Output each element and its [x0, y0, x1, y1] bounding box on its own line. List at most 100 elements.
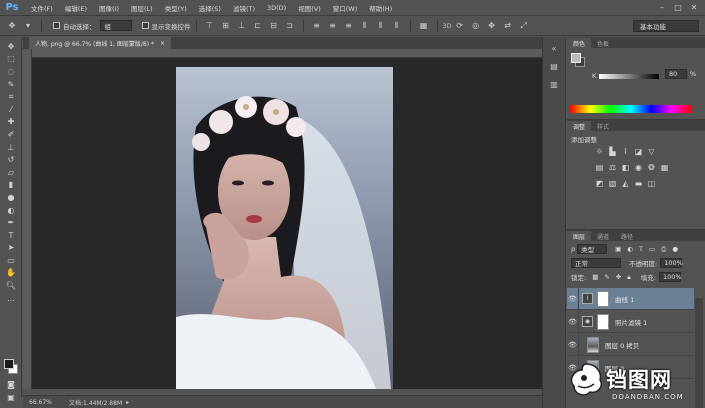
black-white-icon[interactable]: ◧ — [619, 162, 632, 173]
tab-paths[interactable]: 路径 — [615, 231, 639, 241]
portrait-photo[interactable] — [176, 67, 393, 389]
selective-color-icon[interactable]: ◫ — [645, 178, 658, 189]
distribute-top-icon[interactable]: ≡ — [311, 20, 323, 32]
layer-filter-dropdown[interactable]: 类型 — [577, 244, 608, 254]
layer-name[interactable]: 图层 0 拷贝 — [605, 340, 639, 350]
vibrance-icon[interactable]: ▽ — [645, 146, 658, 157]
foreground-color-swatch[interactable] — [571, 53, 581, 63]
tab-layers[interactable]: 图层 — [567, 231, 592, 241]
align-vcenter-icon[interactable]: ⊞ — [220, 20, 232, 32]
menu-3d[interactable]: 3D(D) — [261, 4, 292, 12]
blend-mode-dropdown[interactable]: 正常 — [571, 258, 621, 268]
crop-tool-icon[interactable]: ⌗ — [0, 90, 22, 103]
auto-select-dropdown[interactable]: 组 — [99, 20, 132, 31]
tab-swatches[interactable]: 色板 — [591, 38, 615, 48]
tab-color[interactable]: 颜色 — [567, 38, 592, 48]
visibility-eye-icon[interactable]: 👁︎ — [567, 287, 579, 310]
k-slider[interactable] — [599, 74, 659, 79]
align-hcenter-icon[interactable]: ⊟ — [268, 20, 280, 32]
gradient-tool-icon[interactable]: ▮ — [0, 179, 22, 192]
tool-preset-icon[interactable]: ▾ — [22, 20, 34, 32]
posterize-icon[interactable]: ▧ — [606, 178, 619, 189]
3d-scale-icon[interactable]: ⤢ — [518, 20, 530, 32]
dodge-tool-icon[interactable]: ◐ — [0, 204, 22, 217]
filter-shape-icon[interactable]: ▭ — [649, 245, 655, 253]
brush-tool-icon[interactable]: ✐ — [0, 128, 22, 141]
layer-name[interactable]: 曲线 1 — [615, 294, 634, 304]
path-select-tool-icon[interactable]: ➤ — [0, 242, 22, 255]
distribute-vcenter-icon[interactable]: ≡ — [327, 20, 339, 32]
align-left-icon[interactable]: ⊏ — [252, 20, 264, 32]
tab-styles[interactable]: 样式 — [591, 121, 615, 131]
layer-row[interactable]: 👁︎ ⌇ 曲线 1 — [567, 287, 694, 310]
layer-row[interactable]: 👁︎ 图层 0 拷贝 — [567, 333, 694, 356]
menu-edit[interactable]: 编辑(E) — [59, 3, 93, 13]
screen-mode-icon[interactable]: ▣ — [0, 391, 22, 404]
workspace-dropdown[interactable]: 基本功能 — [633, 20, 699, 32]
channel-mixer-icon[interactable]: ❂ — [645, 162, 658, 173]
pen-tool-icon[interactable]: ✒ — [0, 216, 22, 229]
hue-saturation-icon[interactable]: ▤ — [593, 162, 606, 173]
show-transform-checkbox[interactable] — [141, 22, 149, 29]
blur-tool-icon[interactable]: ● — [0, 191, 22, 204]
close-tab-icon[interactable]: × — [160, 40, 165, 47]
type-tool-icon[interactable]: T — [0, 229, 22, 242]
align-bottom-icon[interactable]: ⊥ — [236, 20, 248, 32]
brightness-contrast-icon[interactable]: ☼ — [593, 146, 606, 157]
fill-input[interactable]: 100% — [658, 272, 682, 282]
healing-brush-tool-icon[interactable]: ✚ — [0, 116, 22, 129]
lock-all-icon[interactable]: 🔒︎ — [627, 273, 630, 282]
menu-type[interactable]: 类型(Y) — [159, 3, 193, 13]
filter-type-icon[interactable]: T — [639, 245, 643, 253]
status-menu-icon[interactable]: ▸ — [126, 399, 129, 406]
eyedropper-tool-icon[interactable]: ⁄ — [0, 103, 22, 116]
properties-panel-icon[interactable]: ▥ — [543, 77, 565, 91]
align-top-icon[interactable]: ⊤ — [204, 20, 216, 32]
curves-icon[interactable]: ⌇ — [619, 146, 632, 157]
menu-layer[interactable]: 图层(L) — [125, 3, 159, 13]
menu-view[interactable]: 视图(V) — [292, 3, 327, 13]
menu-filter[interactable]: 滤镜(T) — [227, 3, 261, 13]
layer-row[interactable]: 👁︎ ◉ 照片滤镜 1 — [567, 310, 694, 333]
tab-channels[interactable]: 通道 — [591, 231, 615, 241]
3d-rotate-icon[interactable]: ⟳ — [454, 20, 466, 32]
menu-image[interactable]: 图像(I) — [93, 3, 125, 13]
lock-transparent-icon[interactable]: ▦ — [592, 273, 598, 281]
zoom-tool-icon[interactable]: 🔍︎ — [0, 279, 22, 292]
visibility-eye-icon[interactable]: 👁︎ — [567, 333, 579, 356]
photo-filter-icon[interactable]: ◉ — [632, 162, 645, 173]
color-lookup-icon[interactable]: ▦ — [658, 162, 671, 173]
eraser-tool-icon[interactable]: ▱ — [0, 166, 22, 179]
auto-select-checkbox[interactable] — [53, 22, 60, 29]
marquee-tool-icon[interactable]: ⬚ — [0, 53, 22, 66]
lock-image-icon[interactable]: ✎ — [604, 273, 609, 281]
color-spectrum[interactable] — [570, 105, 692, 113]
history-brush-tool-icon[interactable]: ↺ — [0, 153, 22, 166]
filter-smart-icon[interactable]: ⎙ — [661, 245, 666, 254]
collapse-panels-icon[interactable]: « — [543, 41, 565, 55]
distribute-bottom-icon[interactable]: ≡ — [343, 20, 355, 32]
menu-file[interactable]: 文件(F) — [25, 3, 59, 13]
clone-stamp-tool-icon[interactable]: ⊥ — [0, 141, 22, 154]
3d-pan-icon[interactable]: ✥ — [486, 20, 498, 32]
maximize-icon[interactable]: □ — [672, 2, 684, 13]
menu-select[interactable]: 选择(S) — [193, 3, 227, 13]
align-right-icon[interactable]: ⊐ — [284, 20, 296, 32]
zoom-level[interactable]: 66.67% — [23, 399, 63, 406]
move-tool-icon[interactable]: ✥ — [0, 40, 22, 53]
invert-icon[interactable]: ◩ — [593, 178, 606, 189]
layer-mask-thumbnail[interactable] — [597, 313, 609, 330]
exposure-icon[interactable]: ◪ — [632, 146, 645, 157]
hand-tool-icon[interactable]: ✋ — [0, 267, 22, 280]
foreground-color-swatch[interactable] — [4, 359, 14, 369]
gradient-map-icon[interactable]: ▬ — [632, 178, 645, 189]
3d-slide-icon[interactable]: ⇄ — [502, 20, 514, 32]
filter-toggle-icon[interactable]: ● — [672, 245, 678, 253]
lasso-tool-icon[interactable]: ◌ — [0, 65, 22, 78]
layer-name[interactable]: 照片滤镜 1 — [615, 317, 647, 327]
visibility-eye-icon[interactable]: 👁︎ — [567, 310, 579, 333]
color-balance-icon[interactable]: ⚖ — [606, 162, 619, 173]
document-tab[interactable]: 人物, png @ 66.7% (曲线 1, 图层蒙版/8) * × — [29, 37, 172, 49]
close-icon[interactable]: ✕ — [688, 2, 700, 13]
quick-select-tool-icon[interactable]: ✎ — [0, 78, 22, 91]
